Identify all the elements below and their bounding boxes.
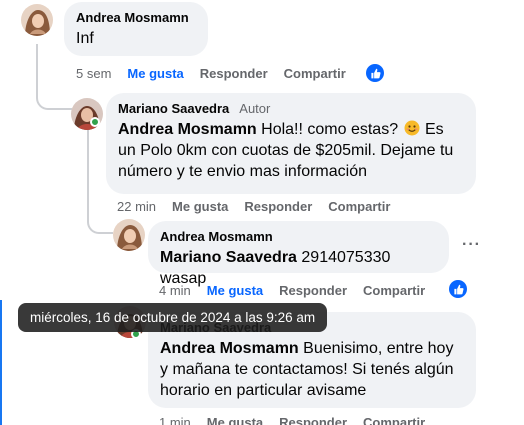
mention-link[interactable]: Mariano Saavedra [160,249,297,266]
share-button[interactable]: Compartir [363,415,425,425]
share-button[interactable]: Compartir [328,199,390,214]
comment-actions: 22 min Me gusta Responder Compartir [117,199,406,214]
comment-text: Andrea Mosmamn Buenisimo, entre hoy y ma… [160,340,454,399]
comment-author[interactable]: Andrea Mosmamn [76,10,196,25]
like-button[interactable]: Me gusta [207,415,263,425]
comment-actions: 5 sem Me gusta Responder Compartir [76,66,362,81]
timestamp-tooltip: miércoles, 16 de octubre de 2024 a las 9… [18,303,328,332]
avatar-andrea[interactable] [113,219,145,251]
thread-connector-2 [87,208,113,234]
comment-time[interactable]: 22 min [117,199,156,214]
thread-line-reply [87,130,89,210]
thread-connector-1 [36,88,72,110]
reply-button[interactable]: Responder [244,199,312,214]
comment-time[interactable]: 5 sem [76,66,111,81]
smiling-face-emoji-icon [404,120,420,136]
share-button[interactable]: Compartir [284,66,346,81]
comment-time[interactable]: 1 min [159,415,191,425]
like-button[interactable]: Me gusta [207,283,263,298]
mention-link[interactable]: Andrea Mosmamn [160,340,299,357]
comment-bubble: Andrea Mosmamn Inf [64,2,208,56]
comment-text: Inf [76,30,94,47]
new-comment-indicator [0,300,2,425]
author-badge: Autor [239,101,271,116]
thread-line-root [36,44,38,90]
comment-author[interactable]: Andrea Mosmamn [160,229,437,244]
reply-button[interactable]: Responder [200,66,268,81]
comment-actions: 1 min Me gusta Responder Compartir [159,415,441,425]
comment-bubble: Andrea Mosmamn Mariano Saavedra 29140753… [148,221,449,287]
online-status-icon [90,117,100,127]
comment-time[interactable]: 4 min [159,283,191,298]
like-button[interactable]: Me gusta [127,66,183,81]
comment-bubble: Mariano Saavedra Autor Andrea Mosmamn Ho… [106,93,476,194]
avatar-andrea[interactable] [21,4,53,36]
like-button[interactable]: Me gusta [172,199,228,214]
reply-button[interactable]: Responder [279,283,347,298]
mention-link[interactable]: Andrea Mosmamn [118,121,257,138]
more-options-icon[interactable]: ··· [462,236,481,254]
comment-actions: 4 min Me gusta Responder Compartir [159,283,441,298]
thumbs-up-icon[interactable] [449,280,467,298]
thumbs-up-icon[interactable] [366,64,384,82]
share-button[interactable]: Compartir [363,283,425,298]
comment-author[interactable]: Mariano Saavedra [118,101,229,116]
reply-button[interactable]: Responder [279,415,347,425]
comment-text: Andrea Mosmamn Hola!! como estas? Es un … [118,120,454,180]
